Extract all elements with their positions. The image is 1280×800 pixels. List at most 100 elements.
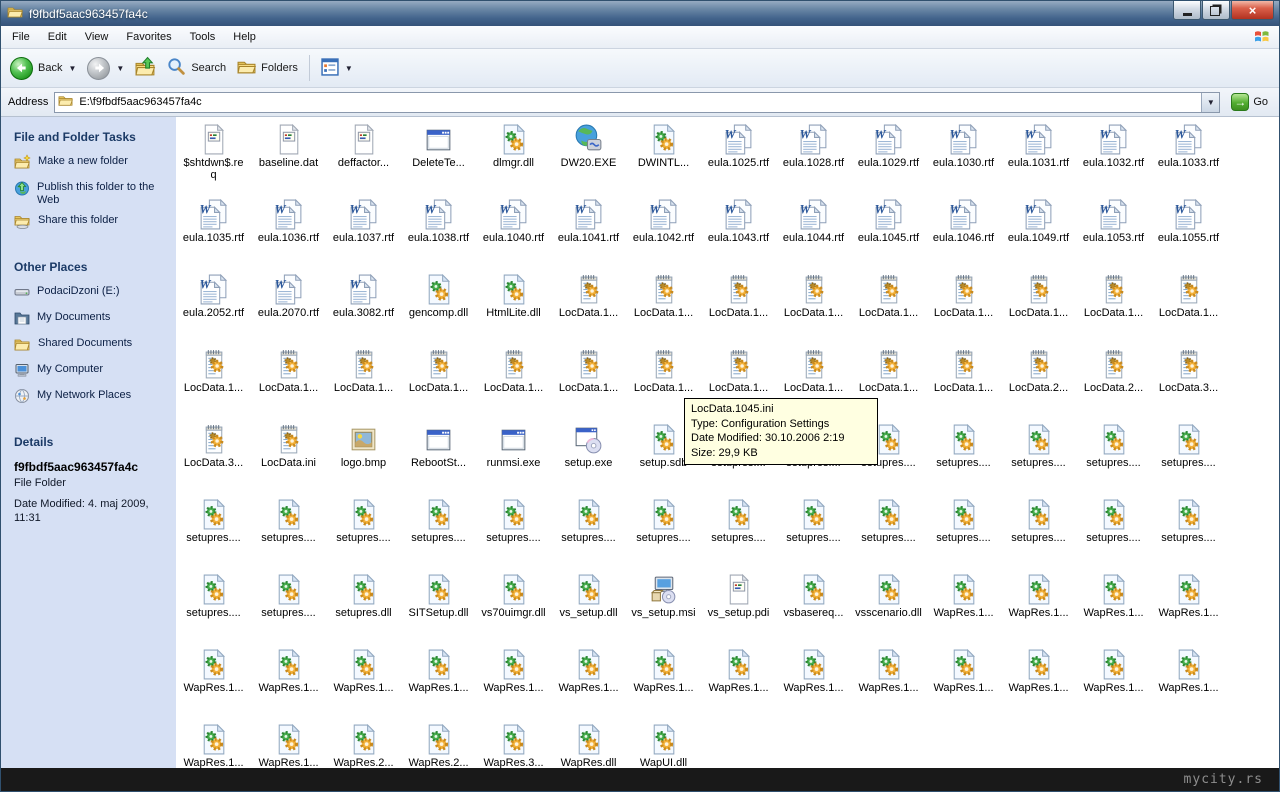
file-item[interactable]: Weula.2052.rtf [176,269,251,344]
file-item[interactable]: Weula.1044.rtf [776,194,851,269]
file-item[interactable]: LocData.3... [176,419,251,494]
file-item[interactable]: Weula.1046.rtf [926,194,1001,269]
file-item[interactable]: setupres.... [176,494,251,569]
file-item[interactable]: setupres.dll [326,569,401,644]
file-item[interactable]: vsbasereq... [776,569,851,644]
file-item[interactable]: WapRes.1... [551,644,626,719]
file-item[interactable]: baseline.dat [251,119,326,194]
file-item[interactable]: vsscenario.dll [851,569,926,644]
file-item[interactable]: WapRes.1... [926,569,1001,644]
menu-item-help[interactable]: Help [224,28,265,46]
file-item[interactable]: Weula.1025.rtf [701,119,776,194]
file-item[interactable]: Weula.3082.rtf [326,269,401,344]
file-item[interactable]: setupres.... [1151,419,1226,494]
file-item[interactable]: WapRes.1... [401,644,476,719]
menu-item-view[interactable]: View [76,28,118,46]
file-item[interactable]: deffactor... [326,119,401,194]
file-item[interactable]: setupres.... [626,494,701,569]
forward-button[interactable]: ▼ [82,54,129,83]
sidebar-item[interactable]: Make a new folder [14,155,168,174]
file-item[interactable]: WapRes.3... [476,719,551,794]
file-item[interactable]: LocData.1... [401,344,476,419]
file-item[interactable]: setupres.... [251,494,326,569]
file-item[interactable]: LocData.1... [551,344,626,419]
file-item[interactable]: setupres.... [326,494,401,569]
file-item[interactable]: Weula.1030.rtf [926,119,1001,194]
file-item[interactable]: WapRes.1... [1151,569,1226,644]
restore-button[interactable] [1202,1,1230,20]
file-item[interactable]: $shtdwn$.req [176,119,251,194]
file-item[interactable]: setupres.... [851,494,926,569]
sidebar-item[interactable]: PodaciDzoni (E:) [14,285,168,304]
file-item[interactable]: WapRes.1... [1001,644,1076,719]
file-item[interactable]: SITSetup.dll [401,569,476,644]
file-item[interactable]: DWINTL... [626,119,701,194]
views-button[interactable]: ▼ [316,55,358,82]
file-item[interactable]: LocData.3... [1151,344,1226,419]
file-item[interactable]: WapRes.1... [1076,569,1151,644]
file-item[interactable]: vs_setup.dll [551,569,626,644]
file-item[interactable]: WapRes.1... [1076,644,1151,719]
file-item[interactable]: LocData.1... [251,344,326,419]
file-item[interactable]: Weula.1037.rtf [326,194,401,269]
file-item[interactable]: HtmlLite.dll [476,269,551,344]
up-button[interactable] [130,53,161,83]
file-item[interactable]: LocData.2... [1001,344,1076,419]
file-item[interactable]: WapUI.dll [626,719,701,794]
file-item[interactable]: setupres.... [776,494,851,569]
folders-button[interactable]: Folders [232,54,303,82]
file-item[interactable]: Weula.1033.rtf [1151,119,1226,194]
file-item[interactable]: WapRes.1... [851,644,926,719]
file-item[interactable]: LocData.1... [851,269,926,344]
file-item[interactable]: runmsi.exe [476,419,551,494]
file-item[interactable]: LocData.1... [1001,269,1076,344]
file-item[interactable]: setupres.... [1001,494,1076,569]
sidebar-item[interactable]: Publish this folder to the Web [14,181,168,207]
file-item[interactable]: Weula.1040.rtf [476,194,551,269]
file-item[interactable]: LocData.1... [1076,269,1151,344]
file-item[interactable]: Weula.1045.rtf [851,194,926,269]
file-item[interactable]: vs70uimgr.dll [476,569,551,644]
file-item[interactable]: WapRes.1... [926,644,1001,719]
go-button[interactable]: → Go [1226,91,1276,113]
sidebar-item[interactable]: My Network Places [14,389,168,408]
file-item[interactable]: setupres.... [1001,419,1076,494]
file-item[interactable]: setupres.... [476,494,551,569]
search-button[interactable]: Search [162,54,231,82]
file-item[interactable]: LocData.1... [626,269,701,344]
file-item[interactable]: Weula.1028.rtf [776,119,851,194]
file-item[interactable]: WapRes.1... [776,644,851,719]
file-item[interactable]: Weula.1041.rtf [551,194,626,269]
file-item[interactable]: setupres.... [1151,494,1226,569]
file-item[interactable]: WapRes.1... [476,644,551,719]
file-item[interactable]: LocData.2... [1076,344,1151,419]
file-item[interactable]: WapRes.1... [251,644,326,719]
file-item[interactable]: Weula.1035.rtf [176,194,251,269]
close-button[interactable]: × [1231,1,1274,20]
file-item[interactable]: Weula.1049.rtf [1001,194,1076,269]
file-item[interactable]: LocData.ini [251,419,326,494]
file-item[interactable]: Weula.2070.rtf [251,269,326,344]
file-item[interactable]: LocData.1... [701,269,776,344]
sidebar-item[interactable]: My Documents [14,311,168,330]
file-item[interactable]: setupres.... [926,419,1001,494]
file-item[interactable]: setupres.... [176,569,251,644]
file-item[interactable]: WapRes.1... [1151,644,1226,719]
file-item[interactable]: setup.exe [551,419,626,494]
address-dropdown-icon[interactable]: ▼ [1201,93,1219,112]
file-item[interactable]: dlmgr.dll [476,119,551,194]
file-item[interactable]: gencomp.dll [401,269,476,344]
file-item[interactable]: vs_setup.pdi [701,569,776,644]
file-item[interactable]: setupres.... [251,569,326,644]
file-item[interactable]: Weula.1053.rtf [1076,194,1151,269]
minimize-button[interactable] [1173,1,1201,20]
file-item[interactable]: setupres.... [1076,494,1151,569]
file-item[interactable]: LocData.1... [1151,269,1226,344]
file-item[interactable]: Weula.1055.rtf [1151,194,1226,269]
file-item[interactable]: Weula.1029.rtf [851,119,926,194]
file-item[interactable]: Weula.1032.rtf [1076,119,1151,194]
file-item[interactable]: Weula.1031.rtf [1001,119,1076,194]
file-item[interactable]: LocData.1... [776,269,851,344]
menu-item-file[interactable]: File [3,28,39,46]
address-input[interactable] [77,95,1197,109]
